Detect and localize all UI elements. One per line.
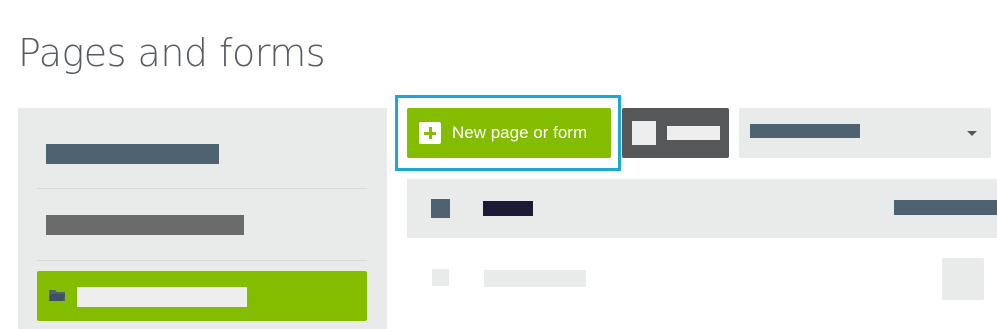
row-checkbox[interactable] <box>432 269 449 286</box>
chevron-down-icon <box>967 131 977 136</box>
toolbar-action-button[interactable] <box>622 108 729 158</box>
new-page-or-form-button[interactable]: New page or form <box>407 108 611 158</box>
column-header-placeholder[interactable] <box>483 201 533 216</box>
sidebar-item-placeholder-bar <box>46 144 219 164</box>
filter-select[interactable] <box>739 108 991 158</box>
sidebar-item-1[interactable] <box>37 108 367 189</box>
table-header <box>407 179 997 238</box>
row-text-placeholder <box>484 270 586 287</box>
table-row[interactable] <box>407 238 997 329</box>
filter-select-value-placeholder <box>750 124 860 138</box>
row-action-button[interactable] <box>942 258 984 300</box>
toolbar-action-label-placeholder <box>667 126 720 140</box>
column-header-placeholder[interactable] <box>894 200 997 215</box>
new-page-or-form-label: New page or form <box>452 123 588 142</box>
sidebar-item-active[interactable] <box>37 271 367 321</box>
page-title: Pages and forms <box>18 31 326 75</box>
select-all-checkbox[interactable] <box>431 199 450 218</box>
sidebar-item-placeholder-bar <box>77 287 247 307</box>
sidebar-item-placeholder-bar <box>46 215 244 235</box>
toolbar-action-icon-placeholder <box>632 121 656 145</box>
sidebar-item-2[interactable] <box>37 189 367 261</box>
plus-icon <box>419 122 441 144</box>
folder-icon <box>49 290 65 301</box>
page: Pages and forms New page or form <box>0 0 997 329</box>
sidebar <box>18 108 387 329</box>
